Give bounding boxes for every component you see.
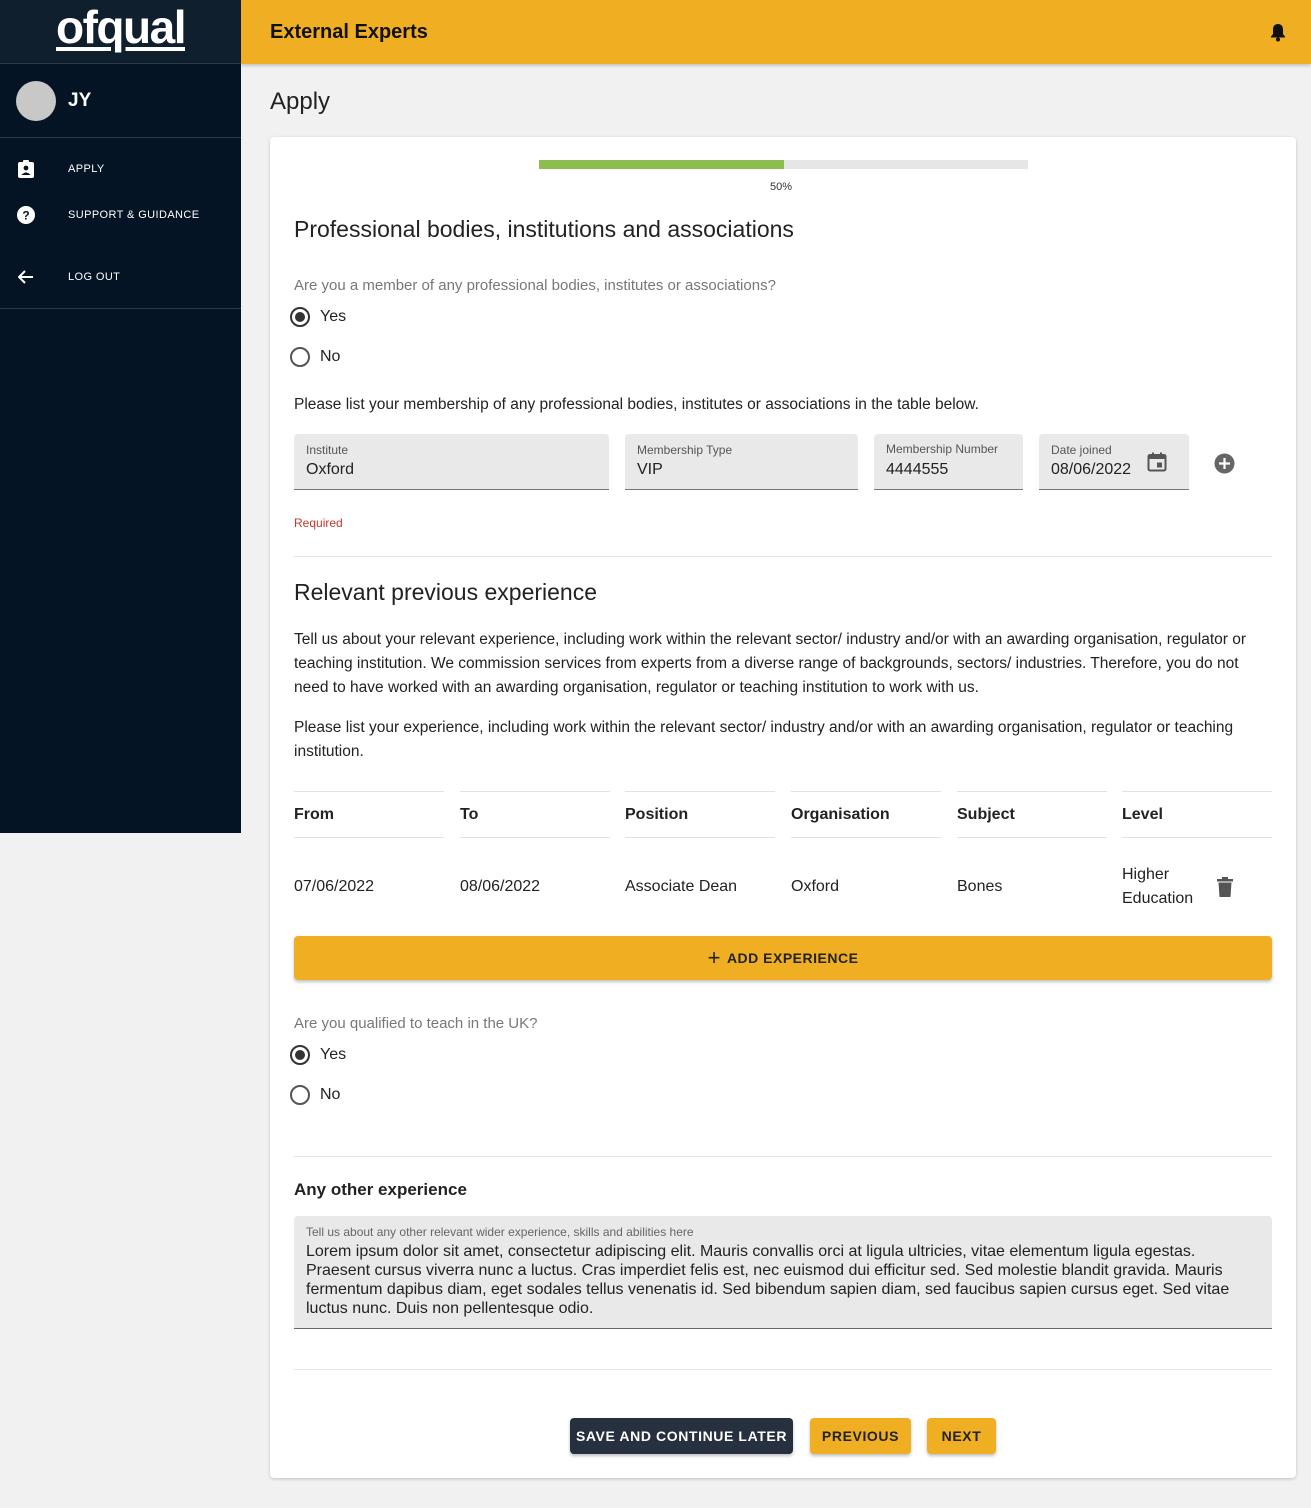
membership-yes-radio[interactable]: Yes (290, 307, 346, 327)
sidebar-item-logout[interactable]: LOG OUT (0, 259, 241, 295)
column-header-from: From (294, 791, 444, 838)
memberships-heading: Professional bodies, institutions and as… (294, 216, 794, 242)
column-header-subject: Subject (957, 791, 1107, 838)
field-value: Oxford (306, 461, 355, 478)
field-value: VIP (637, 461, 663, 478)
cell-position: Associate Dean (625, 878, 738, 895)
avatar[interactable] (16, 80, 56, 121)
bell-icon[interactable] (1268, 22, 1288, 42)
ofqual-logo[interactable]: ofqual (56, 4, 186, 60)
help-icon: ? (17, 206, 35, 224)
field-value: Lorem ipsum dolor sit amet, consectetur … (306, 1243, 1230, 1317)
sidebar: ofqual JY APPLY ? SUPPORT & GUIDANCE LOG… (0, 0, 241, 833)
cell-subject: Bones (957, 878, 1003, 895)
field-label: Date joined (1051, 443, 1112, 457)
membership-no-radio[interactable]: No (290, 347, 340, 367)
membership-type-field[interactable]: Membership Type VIP (625, 434, 858, 490)
cell-level: Higher Education (1122, 866, 1194, 907)
progress-bar (539, 160, 1028, 169)
section-divider (294, 1369, 1272, 1370)
membership-number-field[interactable]: Membership Number 4444555 (874, 434, 1023, 490)
page-title: Apply (270, 88, 331, 115)
logo-area: ofqual (0, 0, 241, 64)
cell-to: 08/06/2022 (460, 878, 541, 895)
section-divider (294, 1156, 1272, 1157)
sidebar-item-label: SUPPORT & GUIDANCE (68, 209, 200, 221)
add-membership-icon[interactable] (1214, 453, 1235, 479)
add-experience-button[interactable]: + ADD EXPERIENCE (294, 936, 1272, 980)
other-experience-heading: Any other experience (294, 1180, 467, 1199)
sidebar-item-label: APPLY (68, 163, 105, 175)
next-button[interactable]: NEXT (927, 1418, 996, 1454)
date-joined-field[interactable]: Date joined 08/06/2022 (1039, 434, 1189, 490)
cell-organisation: Oxford (791, 878, 840, 895)
clipboard-icon (17, 160, 35, 178)
app-header: External Experts (241, 0, 1311, 64)
experience-instruction: Please list your experience, including w… (294, 719, 1234, 760)
radio-label: Yes (320, 308, 347, 325)
radio-button-checked[interactable] (290, 1045, 310, 1065)
progress-fill (539, 160, 784, 169)
field-label: Institute (306, 443, 349, 457)
sidebar-item-label: LOG OUT (68, 271, 121, 283)
sidebar-nav: APPLY ? SUPPORT & GUIDANCE LOG OUT (0, 138, 241, 309)
column-header-organisation: Organisation (791, 791, 941, 838)
field-value: 08/06/2022 (1051, 461, 1131, 478)
radio-label: Yes (320, 1046, 347, 1063)
radio-button[interactable] (290, 347, 310, 367)
teaching-no-radio[interactable]: No (290, 1085, 340, 1105)
radio-label: No (320, 1086, 341, 1103)
add-experience-label: ADD EXPERIENCE (726, 950, 859, 966)
field-label: Tell us about any other relevant wider e… (306, 1225, 694, 1239)
field-value: 4444555 (886, 461, 949, 478)
application-form-card: 50% Professional bodies, institutions an… (270, 137, 1296, 1478)
sidebar-item-apply[interactable]: APPLY (0, 151, 241, 187)
cell-from: 07/06/2022 (294, 878, 375, 895)
app-title: External Experts (270, 20, 428, 43)
user-initials: JY (68, 89, 92, 111)
teaching-yes-radio[interactable]: Yes (290, 1045, 346, 1065)
column-header-level: Level (1122, 791, 1272, 838)
experience-description: Tell us about your relevant experience, … (294, 631, 1247, 696)
arrow-left-icon (17, 268, 35, 286)
plus-icon: + (707, 945, 721, 970)
calendar-icon[interactable] (1147, 452, 1167, 477)
other-experience-textarea[interactable]: Tell us about any other relevant wider e… (294, 1216, 1272, 1329)
sidebar-item-support[interactable]: ? SUPPORT & GUIDANCE (0, 197, 241, 233)
radio-button-checked[interactable] (290, 307, 310, 327)
membership-error: Required (294, 516, 343, 530)
user-profile: JY (0, 64, 241, 138)
delete-icon[interactable] (1217, 877, 1233, 902)
column-header-position: Position (625, 791, 775, 838)
progress-label: 50% (770, 181, 793, 193)
radio-label: No (320, 348, 341, 365)
section-divider (294, 556, 1272, 557)
svg-text:?: ? (22, 209, 29, 223)
column-header-to: To (460, 791, 610, 838)
field-label: Membership Type (637, 443, 733, 457)
membership-question: Are you a member of any professional bod… (294, 277, 776, 294)
institute-field[interactable]: Institute Oxford (294, 434, 609, 490)
teaching-question: Are you qualified to teach in the UK? (294, 1015, 538, 1032)
previous-button[interactable]: PREVIOUS (810, 1418, 911, 1454)
membership-instruction: Please list your membership of any profe… (294, 396, 979, 413)
radio-button[interactable] (290, 1085, 310, 1105)
field-label: Membership Number (886, 442, 999, 456)
experience-heading: Relevant previous experience (294, 579, 598, 605)
save-continue-later-button[interactable]: SAVE AND CONTINUE LATER (570, 1418, 793, 1454)
